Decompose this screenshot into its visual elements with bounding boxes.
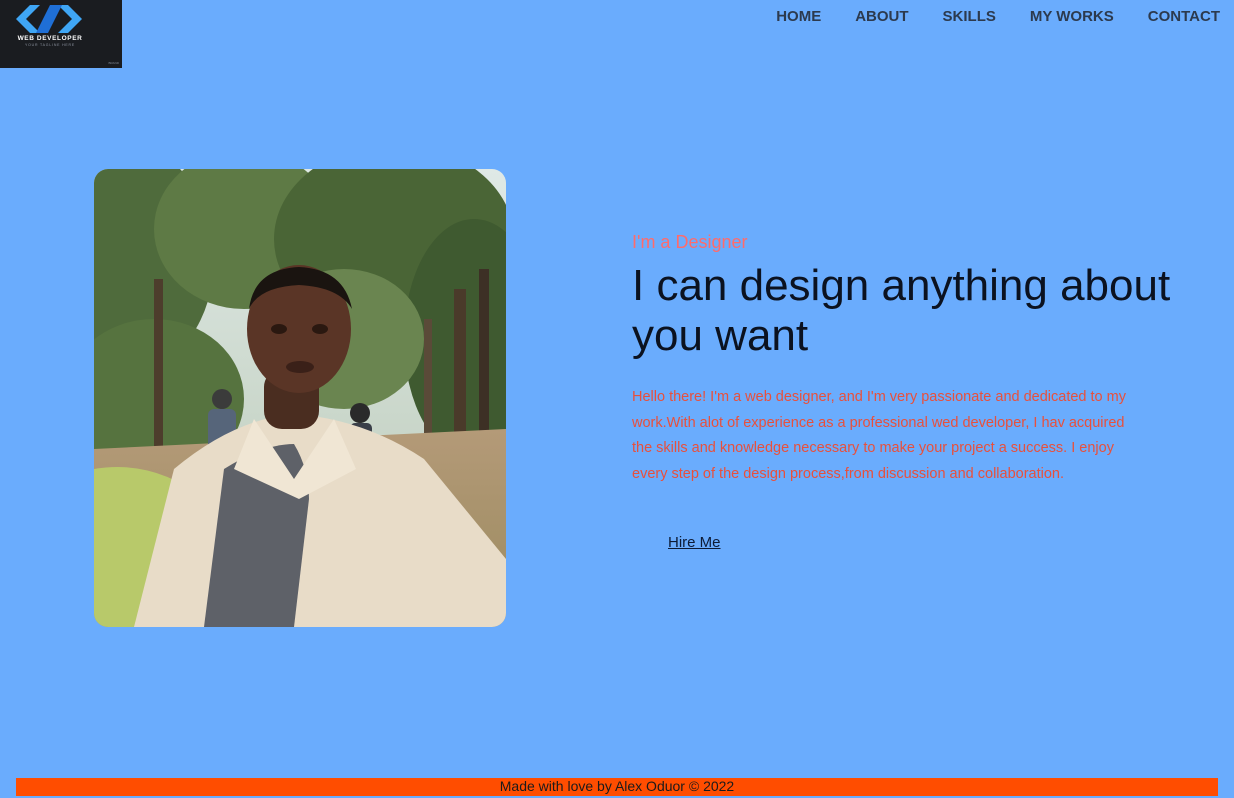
logo-mark: BRAND [108, 61, 119, 65]
page: WEB DEVELOPER YOUR TAGLINE HERE BRAND HO… [0, 0, 1234, 798]
logo-title: WEB DEVELOPER [17, 35, 83, 42]
hire-me-link[interactable]: Hire Me [668, 534, 721, 551]
nav-home[interactable]: HOME [776, 6, 821, 27]
footer-bar: Made with love by Alex Oduor © 2022 [16, 778, 1218, 796]
code-brackets-icon [16, 5, 82, 33]
hero-section: I'm a Designer I can design anything abo… [632, 232, 1192, 487]
profile-photo [94, 169, 506, 627]
nav-skills[interactable]: SKILLS [943, 6, 996, 27]
nav-my-works[interactable]: MY WORKS [1030, 6, 1114, 27]
site-logo[interactable]: WEB DEVELOPER YOUR TAGLINE HERE BRAND [0, 0, 122, 68]
logo-tagline: YOUR TAGLINE HERE [24, 43, 76, 47]
nav-about[interactable]: ABOUT [855, 6, 908, 27]
hero-intro: Hello there! I'm a web designer, and I'm… [632, 389, 1126, 482]
main-nav: HOME ABOUT SKILLS MY WORKS CONTACT [742, 6, 1220, 27]
nav-contact[interactable]: CONTACT [1148, 6, 1220, 27]
hero-headline: I can design anything about you want [632, 261, 1171, 360]
hero-subtitle: I'm a Designer [632, 232, 748, 252]
